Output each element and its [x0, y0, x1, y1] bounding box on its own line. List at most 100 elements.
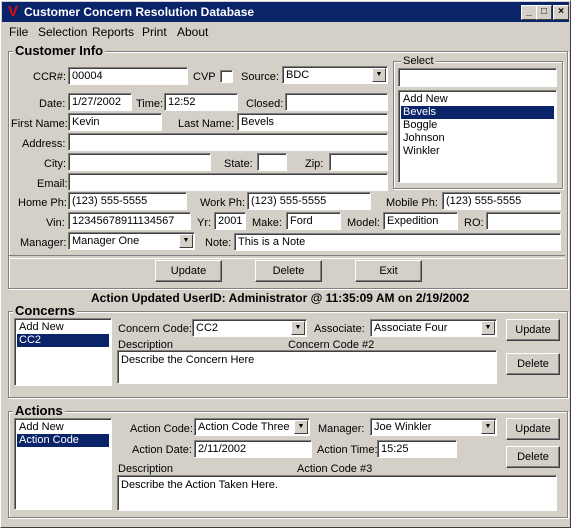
action-manager-value: Joe Winkler [374, 421, 432, 433]
action-code-caption: Action Code #3 [297, 463, 373, 475]
action-code-select[interactable]: Action Code Three ▼ [194, 418, 310, 436]
model-label: Model: [347, 217, 381, 229]
work-ph-label: Work Ph: [200, 197, 246, 209]
customer-list[interactable]: Add New Bevels Boggle Johnson Winkler [398, 90, 557, 183]
action-manager-label: Manager: [318, 423, 365, 435]
city-label: City: [44, 158, 66, 170]
source-select[interactable]: BDC ▼ [282, 66, 388, 84]
home-ph-label: Home Ph: [18, 197, 67, 209]
email-label: Email: [37, 178, 68, 190]
title-bar: V Customer Concern Resolution Database _… [2, 2, 569, 22]
address-field[interactable] [68, 133, 388, 151]
address-label: Address: [22, 138, 66, 150]
closed-field[interactable] [285, 93, 388, 111]
date-label: Date: [39, 98, 66, 110]
action-manager-select[interactable]: Joe Winkler ▼ [370, 418, 497, 436]
last-name-field[interactable]: Bevels [237, 113, 388, 131]
chevron-down-icon[interactable]: ▼ [372, 68, 386, 82]
list-item[interactable]: Action Code Three [17, 434, 109, 459]
select-heading: Select [401, 55, 436, 67]
work-phone-field[interactable]: (123) 555-5555 [247, 192, 371, 210]
chevron-down-icon[interactable]: ▼ [179, 234, 193, 248]
list-item[interactable]: Boggle [401, 119, 554, 132]
list-item[interactable]: Bevels [401, 106, 554, 119]
menu-print[interactable]: Print [142, 25, 167, 39]
chevron-down-icon[interactable]: ▼ [481, 321, 495, 335]
select-search-input[interactable] [398, 68, 557, 87]
menu-file[interactable]: File [9, 25, 28, 39]
list-item[interactable]: Add New [17, 321, 109, 334]
concerns-list[interactable]: Add New CC2 [14, 318, 112, 386]
manager-label: Manager: [20, 237, 67, 249]
list-item[interactable]: Add New [401, 93, 554, 106]
delete-action-button[interactable]: Delete [506, 446, 560, 468]
model-field[interactable]: Expedition [383, 212, 458, 230]
list-item[interactable]: Add New [17, 421, 109, 434]
exit-button[interactable]: Exit [355, 260, 422, 282]
yr-label: Yr: [197, 217, 212, 229]
list-item[interactable]: CC2 [17, 334, 109, 347]
first-name-field[interactable]: Kevin [68, 113, 162, 131]
maximize-button[interactable]: □ [536, 5, 552, 20]
action-time-field[interactable]: 15:25 [377, 440, 457, 458]
menu-bar: File Selection Reports Print About [2, 22, 569, 41]
delete-concern-button[interactable]: Delete [506, 353, 560, 375]
ro-field[interactable] [486, 212, 561, 230]
minimize-button[interactable]: _ [521, 5, 537, 20]
list-item[interactable]: Johnson [401, 132, 554, 145]
zip-field[interactable] [329, 153, 388, 171]
menu-about[interactable]: About [177, 25, 208, 39]
concern-code-select[interactable]: CC2 ▼ [192, 319, 307, 337]
city-field[interactable] [68, 153, 211, 171]
email-field[interactable] [68, 173, 388, 191]
associate-value: Associate Four [374, 322, 448, 334]
home-phone-field[interactable]: (123) 555-5555 [68, 192, 187, 210]
list-item[interactable]: Winkler [401, 145, 554, 158]
zip-label: Zip: [305, 158, 324, 170]
action-date-field[interactable]: 2/11/2002 [194, 440, 312, 458]
app-logo-icon: V [7, 3, 18, 20]
closed-label: Closed: [246, 98, 284, 110]
update-concern-button[interactable]: Update [506, 319, 560, 341]
action-description-field[interactable]: Describe the Action Taken Here. [117, 475, 557, 511]
concern-description-field[interactable]: Describe the Concern Here [117, 350, 497, 384]
time-label: Time: [136, 98, 164, 110]
make-field[interactable]: Ford [286, 212, 341, 230]
action-code-label: Action Code: [130, 423, 193, 435]
note-field[interactable]: This is a Note [234, 233, 561, 251]
time-field[interactable]: 12:52 [164, 93, 238, 111]
state-field[interactable] [257, 153, 287, 171]
ro-label: RO: [464, 217, 484, 229]
mobile-phone-field[interactable]: (123) 555-5555 [442, 192, 561, 210]
chevron-down-icon[interactable]: ▼ [291, 321, 305, 335]
make-label: Make: [252, 217, 282, 229]
action-code-value: Action Code Three [198, 421, 290, 433]
date-field[interactable]: 1/27/2002 [68, 93, 132, 111]
delete-customer-button[interactable]: Delete [255, 260, 322, 282]
last-name-label: Last Name: [178, 118, 235, 130]
action-description-label: Description [118, 463, 174, 475]
concern-code-label: Concern Code: [118, 323, 192, 335]
menu-reports[interactable]: Reports [92, 25, 134, 39]
yr-field[interactable]: 2001 [214, 212, 246, 230]
vin-field[interactable]: 12345678911134567 [68, 212, 191, 230]
concern-code-value: CC2 [196, 322, 219, 334]
chevron-down-icon[interactable]: ▼ [481, 420, 495, 434]
state-label: State: [224, 158, 253, 170]
associate-select[interactable]: Associate Four ▼ [370, 319, 497, 337]
actions-list[interactable]: Add New Action Code Three [14, 418, 112, 510]
first-name-label: First Name: [11, 118, 68, 130]
cvp-checkbox[interactable] [220, 70, 233, 83]
ccr-field[interactable]: 00004 [68, 67, 188, 85]
manager-select[interactable]: Manager One ▼ [68, 232, 195, 250]
update-customer-button[interactable]: Update [155, 260, 222, 282]
update-action-button[interactable]: Update [506, 418, 560, 440]
associate-label: Associate: [314, 323, 365, 335]
ccr-label: CCR#: [33, 71, 67, 83]
menu-selection[interactable]: Selection [38, 25, 87, 39]
close-button[interactable]: × [553, 5, 569, 20]
source-label: Source: [241, 71, 279, 83]
source-value: BDC [286, 69, 310, 81]
chevron-down-icon[interactable]: ▼ [294, 420, 308, 434]
mobile-ph-label: Mobile Ph: [386, 197, 438, 209]
